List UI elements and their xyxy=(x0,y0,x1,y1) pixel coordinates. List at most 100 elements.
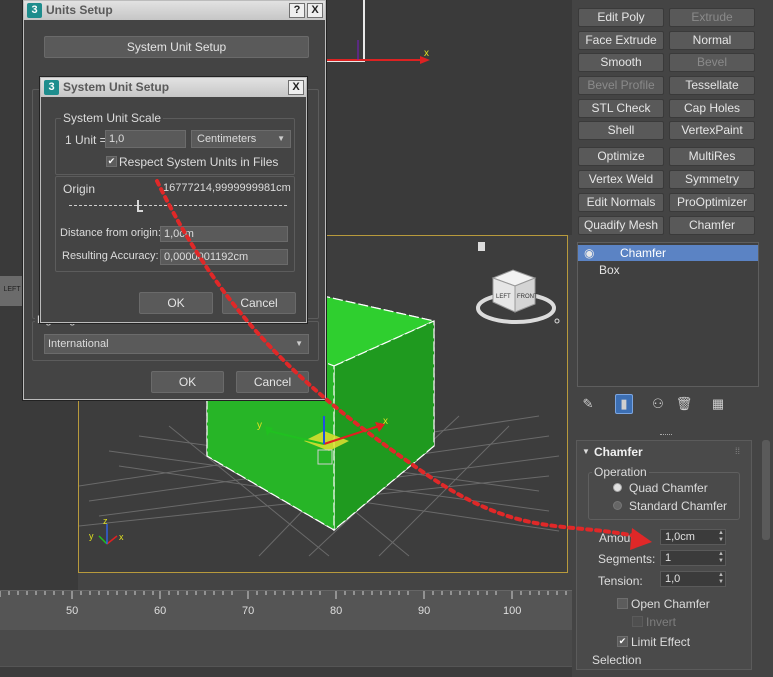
modifier-button-multires[interactable]: MultiRes xyxy=(669,147,755,166)
modifier-button-smooth[interactable]: Smooth xyxy=(578,53,664,72)
stack-item-label: Chamfer xyxy=(620,246,667,260)
unit-type-dropdown[interactable]: Centimeters ▼ xyxy=(191,130,291,148)
close-button[interactable]: X xyxy=(307,3,323,18)
segments-value: 1 xyxy=(665,552,672,564)
timeline-tick-label: 100 xyxy=(503,605,522,617)
gizmo-y-label: y xyxy=(257,420,262,431)
limit-effect-label[interactable]: Limit Effect xyxy=(631,635,690,649)
stack-item-chamfer[interactable]: ◉ Chamfer xyxy=(578,245,758,261)
units-setup-titlebar[interactable]: 3 Units Setup ? X xyxy=(24,1,325,20)
axis-x-label: x xyxy=(119,532,124,542)
invert-checkbox xyxy=(632,616,643,627)
units-cancel-button[interactable]: Cancel xyxy=(236,371,309,393)
distance-value: 1,0cm xyxy=(164,228,194,240)
viewcube-left-face: LEFT xyxy=(496,294,511,300)
limit-effect-checkbox[interactable]: ✔ xyxy=(617,636,628,647)
left-view-cube-mini[interactable]: LEFT xyxy=(0,276,24,306)
modifier-button-quadify-mesh[interactable]: Quadify Mesh xyxy=(578,216,664,235)
system-unit-scale-label: System Unit Scale xyxy=(61,111,164,125)
origin-label: Origin xyxy=(63,182,96,196)
configure-modifier-sets-icon[interactable]: ▦ xyxy=(709,394,727,414)
modifier-button-cap-holes[interactable]: Cap Holes xyxy=(669,99,755,118)
stack-item-box[interactable]: Box xyxy=(578,262,758,278)
modifier-stack[interactable]: ◉ Chamfer Box xyxy=(577,242,759,387)
rollout-collapse-icon[interactable]: ▼ xyxy=(582,447,590,456)
modifier-button-optimize[interactable]: Optimize xyxy=(578,147,664,166)
command-panel-scrollbar[interactable] xyxy=(762,440,770,540)
help-button[interactable]: ? xyxy=(289,3,305,18)
modifier-button-chamfer[interactable]: Chamfer xyxy=(669,216,755,235)
amount-spinner[interactable]: 1,0cm ▲ ▼ xyxy=(660,529,726,545)
tension-label: Tension: xyxy=(598,574,643,588)
lighting-units-dropdown[interactable]: International ▼ xyxy=(44,334,309,354)
segments-label: Segments: xyxy=(598,552,656,566)
tension-value: 1,0 xyxy=(665,573,681,585)
invert-label: Invert xyxy=(646,615,677,629)
modifier-button-tessellate[interactable]: Tessellate xyxy=(669,76,755,95)
remove-modifier-icon[interactable]: 🗑 xyxy=(675,394,693,414)
operation-label: Operation xyxy=(592,465,649,479)
system-ok-button[interactable]: OK xyxy=(139,292,213,314)
modifier-button-vertexpaint[interactable]: VertexPaint xyxy=(669,121,755,140)
modifier-button-shell[interactable]: Shell xyxy=(578,121,664,140)
origin-value: 16777214,9999999981cm xyxy=(163,182,291,194)
pin-stack-icon[interactable]: ✎ xyxy=(579,394,597,414)
gizmo-x-label: x xyxy=(383,416,388,427)
close-button[interactable]: X xyxy=(288,80,304,95)
eye-icon[interactable]: ◉ xyxy=(584,245,594,261)
quad-chamfer-radio[interactable] xyxy=(613,483,622,492)
respect-units-checkbox[interactable]: ✔ xyxy=(106,156,117,167)
rollout-grip-icon: ⁞⁞ xyxy=(735,446,741,456)
system-unit-setup-title: System Unit Setup xyxy=(63,80,170,94)
left-mini-label: LEFT xyxy=(3,286,21,293)
unit-value-field[interactable]: 1,0 xyxy=(105,130,186,148)
make-unique-icon[interactable]: ⚇ xyxy=(649,394,667,414)
standard-chamfer-radio[interactable] xyxy=(613,501,622,510)
segments-spinner[interactable]: 1 ▲ ▼ xyxy=(660,550,726,566)
system-unit-setup-button[interactable]: System Unit Setup xyxy=(44,36,309,58)
modifier-button-symmetry[interactable]: Symmetry xyxy=(669,170,755,189)
respect-units-label[interactable]: Respect System Units in Files xyxy=(119,155,278,169)
open-chamfer-checkbox[interactable] xyxy=(617,598,628,609)
system-unit-setup-titlebar[interactable]: 3 System Unit Setup X xyxy=(41,78,306,97)
units-ok-button[interactable]: OK xyxy=(151,371,224,393)
axis-z-label: z xyxy=(103,516,108,526)
show-end-result-icon[interactable]: ▮ xyxy=(615,394,633,414)
tension-spinner[interactable]: 1,0 ▲ ▼ xyxy=(660,571,726,587)
quad-chamfer-label[interactable]: Quad Chamfer xyxy=(629,481,708,495)
accuracy-label: Resulting Accuracy: xyxy=(62,250,159,262)
spinner-arrows-icon[interactable]: ▲ ▼ xyxy=(718,572,724,586)
unit-type-value: Centimeters xyxy=(197,133,257,145)
lighting-units-value: International xyxy=(48,338,109,350)
modifier-button-stl-check[interactable]: STL Check xyxy=(578,99,664,118)
timeline-tick-label: 90 xyxy=(418,605,431,617)
modifier-button-vertex-weld[interactable]: Vertex Weld xyxy=(578,170,664,189)
home-icon xyxy=(478,242,485,251)
modifier-button-face-extrude[interactable]: Face Extrude xyxy=(578,31,664,50)
selection-group-label: Selection xyxy=(592,653,642,667)
open-chamfer-label[interactable]: Open Chamfer xyxy=(631,597,710,611)
timeline-tick-label: 60 xyxy=(154,605,167,617)
axis-y-label: y xyxy=(89,531,94,541)
origin-slider-handle[interactable] xyxy=(137,200,143,212)
spinner-arrows-icon[interactable]: ▲ ▼ xyxy=(718,530,724,544)
accuracy-field: 0,0000001192cm xyxy=(160,249,288,265)
distance-label: Distance from origin: xyxy=(60,227,161,239)
modifier-button-edit-poly[interactable]: Edit Poly xyxy=(578,8,664,27)
modifier-button-prooptimizer[interactable]: ProOptimizer xyxy=(669,193,755,212)
rollout-title[interactable]: Chamfer xyxy=(594,445,643,459)
panel-divider-grip[interactable] xyxy=(660,434,672,437)
spinner-arrows-icon[interactable]: ▲ ▼ xyxy=(718,551,724,565)
world-axis-tripod: x y z xyxy=(89,516,124,545)
origin-slider-track[interactable] xyxy=(69,205,287,206)
top-viewport-axis-x-label: x xyxy=(424,48,429,59)
app-logo-icon: 3 xyxy=(44,80,59,95)
view-cube[interactable]: LEFT FRONT xyxy=(476,242,560,324)
standard-chamfer-label[interactable]: Standard Chamfer xyxy=(629,499,727,513)
app-logo-icon: 3 xyxy=(27,3,42,18)
modifier-button-normal[interactable]: Normal xyxy=(669,31,755,50)
distance-field[interactable]: 1,0cm xyxy=(160,226,288,242)
system-unit-setup-dialog: 3 System Unit Setup X System Unit Scale … xyxy=(40,77,307,323)
system-cancel-button[interactable]: Cancel xyxy=(222,292,296,314)
modifier-button-edit-normals[interactable]: Edit Normals xyxy=(578,193,664,212)
